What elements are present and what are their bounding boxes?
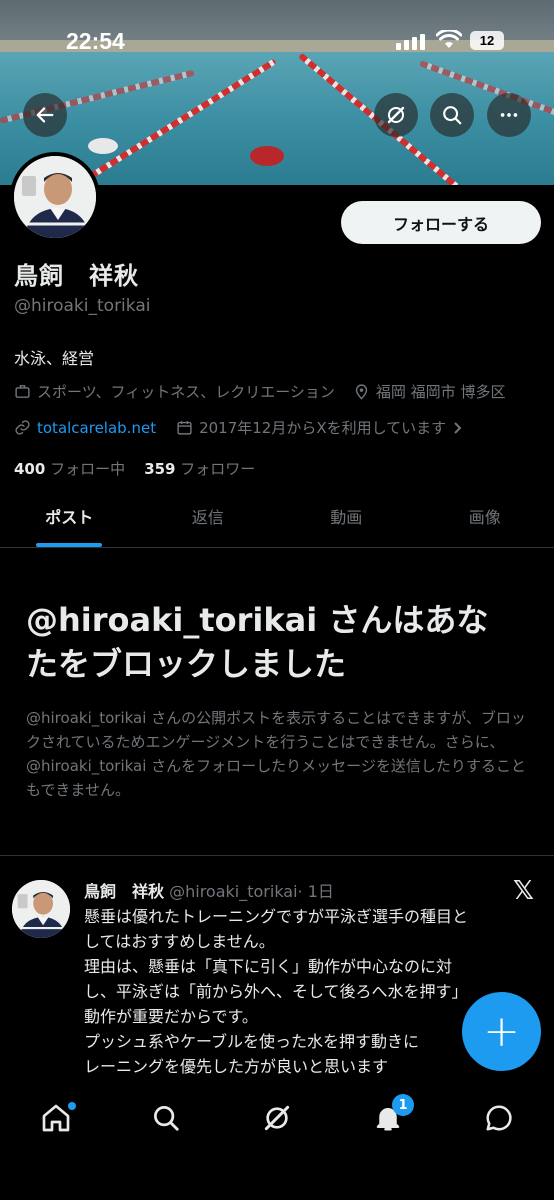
nav-home[interactable] <box>26 1098 86 1138</box>
follow-counts: 400 フォロー中 359 フォロワー <box>14 458 255 479</box>
briefcase-icon <box>14 383 31 400</box>
post-text[interactable]: 懸垂は優れたトレーニングですが平泳ぎ選手の種目と してはおすすめしません。 理由… <box>84 904 532 1079</box>
signal-icon <box>396 34 425 50</box>
nav-notifications[interactable]: 1 <box>358 1094 418 1138</box>
search-icon <box>154 1106 179 1131</box>
battery-indicator: 12 <box>470 31 504 50</box>
post-time: · 1日 <box>297 882 334 901</box>
compose-post-button[interactable]: + <box>462 992 541 1071</box>
divider <box>0 855 554 856</box>
link-icon <box>14 419 31 436</box>
post-avatar[interactable] <box>12 880 70 938</box>
banner-swimmer <box>250 146 284 166</box>
profile-avatar[interactable] <box>10 152 100 242</box>
bottom-nav: 1 <box>0 1080 554 1200</box>
post-handle[interactable]: @hiroaki_torikai <box>169 882 297 901</box>
status-bar: 22:54 12 <box>0 0 554 78</box>
tab-posts[interactable]: ポスト <box>0 490 139 547</box>
notification-badge: 1 <box>392 1094 414 1116</box>
arrow-left-icon <box>36 107 54 123</box>
more-icon <box>500 113 518 117</box>
tab-images[interactable]: 画像 <box>416 490 554 547</box>
chevron-right-icon <box>452 421 464 435</box>
followers-label: フォロワー <box>180 460 256 478</box>
profile-category: スポーツ、フィットネス、レクリエーション <box>37 383 335 401</box>
profile-joined[interactable]: 2017年12月からXを利用しています <box>199 417 446 438</box>
grok-icon <box>264 1105 290 1131</box>
avatar-photo <box>12 880 70 938</box>
post-line: 理由は、懸垂は「真下に引く」動作が中心なのに対 <box>84 957 453 976</box>
plus-icon: + <box>483 1006 520 1057</box>
search-button[interactable] <box>430 93 474 137</box>
profile-bio: 水泳、経営 <box>14 349 95 368</box>
wifi-icon <box>436 30 462 48</box>
new-content-dot <box>68 1102 76 1110</box>
post-line: してはおすすめしません。 <box>84 932 275 951</box>
banner-swimmer <box>88 138 118 154</box>
blocked-title: @hiroaki_torikai さんはあなたをブロックしました <box>26 601 489 683</box>
profile-meta-row-1: スポーツ、フィットネス、レクリエーション 福岡 福岡市 博多区 <box>14 381 505 402</box>
post-line: 懸垂は優れたトレーニングですが平泳ぎ選手の種目と <box>84 907 469 926</box>
post-author[interactable]: 鳥飼 祥秋 <box>84 882 164 901</box>
search-icon <box>443 106 462 125</box>
post-header: 鳥飼 祥秋 @hiroaki_torikai· 1日 <box>84 878 334 902</box>
nav-grok[interactable] <box>247 1098 307 1138</box>
messages-icon <box>486 1105 512 1131</box>
grok-button[interactable] <box>374 93 418 137</box>
tab-replies[interactable]: 返信 <box>139 490 278 547</box>
followers-count: 359 <box>144 460 176 478</box>
followers-link[interactable]: 359 フォロワー <box>144 460 255 478</box>
location-icon <box>353 383 370 400</box>
profile-tabs: ポスト 返信 動画 画像 <box>0 490 554 548</box>
blocked-description: @hiroaki_torikai さんの公開ポストを表示することはできますが、ブ… <box>26 709 526 799</box>
profile-website-link[interactable]: totalcarelab.net <box>37 419 156 437</box>
profile-handle: @hiroaki_torikai <box>14 296 151 316</box>
nav-messages[interactable] <box>469 1098 529 1138</box>
post-line: レーニングを優先した方が良いと思います <box>84 1057 389 1076</box>
grok-icon <box>387 106 405 124</box>
tab-videos[interactable]: 動画 <box>277 490 416 547</box>
calendar-icon <box>176 419 193 436</box>
status-time: 22:54 <box>66 28 125 54</box>
avatar-photo <box>14 156 96 238</box>
post-line: し、平泳ぎは「前から外へ、そして後ろへ水を押す」 <box>84 982 468 1001</box>
back-button[interactable] <box>23 93 67 137</box>
following-label: フォロー中 <box>50 460 126 478</box>
profile-location: 福岡 福岡市 博多区 <box>375 383 506 401</box>
follow-button[interactable]: フォローする <box>341 201 541 244</box>
following-count: 400 <box>14 460 46 478</box>
following-link[interactable]: 400 フォロー中 <box>14 460 125 478</box>
profile-meta-row-2: totalcarelab.net 2017年12月からXを利用しています <box>14 417 470 438</box>
x-logo-icon: 𝕏 <box>513 876 534 906</box>
nav-search[interactable] <box>136 1098 196 1138</box>
profile-name: 鳥飼 祥秋 <box>14 262 139 290</box>
more-button[interactable] <box>487 93 531 137</box>
